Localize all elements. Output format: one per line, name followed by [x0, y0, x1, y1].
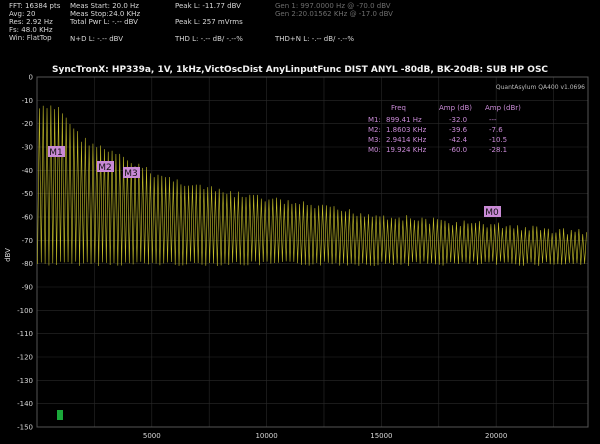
- marker-table-cell: M2:: [368, 126, 381, 134]
- marker-table-cell: -42.4: [449, 136, 468, 144]
- x-tick-label: 15000: [370, 432, 392, 440]
- marker-table-cell: -60.0: [449, 146, 467, 154]
- marker-table-cell: M0:: [368, 146, 381, 154]
- x-axis-labels: 5000 10000 15000 20000: [143, 432, 507, 440]
- y-tick-label: -120: [17, 354, 33, 362]
- marker-table-cell: -7.6: [489, 126, 503, 134]
- spectrum-chart[interactable]: 0 -10 -20 -30 -40 -50 -60 -70 -80 -90 -100 -110 -120…: [0, 0, 600, 444]
- marker-table-cell: -28.1: [489, 146, 507, 154]
- marker-table-cell: -10.5: [489, 136, 507, 144]
- y-tick-label: 0: [29, 74, 33, 82]
- x-tick-label: 20000: [485, 432, 507, 440]
- y-tick-label: -110: [17, 330, 33, 338]
- marker-label: M1: [49, 148, 63, 158]
- y-tick-label: -40: [22, 167, 33, 175]
- marker-table-header: Amp (dBr): [485, 104, 521, 112]
- y-tick-label: -150: [17, 424, 33, 432]
- marker-table-cell: ---: [489, 116, 497, 124]
- marker-table-header: Amp (dB): [439, 104, 472, 112]
- y-tick-label: -70: [22, 237, 33, 245]
- y-tick-label: -80: [22, 260, 33, 268]
- y-tick-label: -90: [22, 284, 33, 292]
- marker-table-cell: 2.9414 KHz: [386, 136, 427, 144]
- y-tick-label: -100: [17, 307, 33, 315]
- x-tick-label: 10000: [255, 432, 277, 440]
- y-tick-label: -30: [22, 144, 33, 152]
- y-tick-label: -20: [22, 120, 33, 128]
- marker-table-cell: -39.6: [449, 126, 468, 134]
- marker-label: M3: [124, 169, 138, 179]
- marker-table-cell: M1:: [368, 116, 381, 124]
- y-tick-label: -60: [22, 214, 33, 222]
- x-tick-label: 5000: [143, 432, 161, 440]
- y-axis-labels: 0 -10 -20 -30 -40 -50 -60 -70 -80 -90 -100 -110 -120…: [17, 74, 33, 432]
- marker-label: M2: [98, 163, 112, 173]
- y-tick-label: -10: [22, 97, 33, 105]
- y-tick-label: -140: [17, 400, 33, 408]
- marker-table-cell: -32.0: [449, 116, 467, 124]
- status-indicator: [57, 410, 63, 420]
- marker-table-cell: 1.8603 KHz: [386, 126, 427, 134]
- marker-table: Freq Amp (dB) Amp (dBr) M1: 899.41 Hz -32.0 --…: [368, 104, 521, 154]
- y-tick-label: -50: [22, 190, 33, 198]
- y-axis-title: dBV: [4, 248, 12, 262]
- marker-table-cell: M3:: [368, 136, 381, 144]
- watermark: QuantAsylum QA400 v1.0696: [496, 84, 585, 91]
- spectrum-trace: [37, 105, 587, 266]
- marker-table-cell: 899.41 Hz: [386, 116, 422, 124]
- marker-table-cell: 19.924 KHz: [386, 146, 427, 154]
- y-tick-label: -130: [17, 377, 33, 385]
- marker-table-header: Freq: [391, 104, 406, 112]
- marker-label: M0: [485, 208, 499, 218]
